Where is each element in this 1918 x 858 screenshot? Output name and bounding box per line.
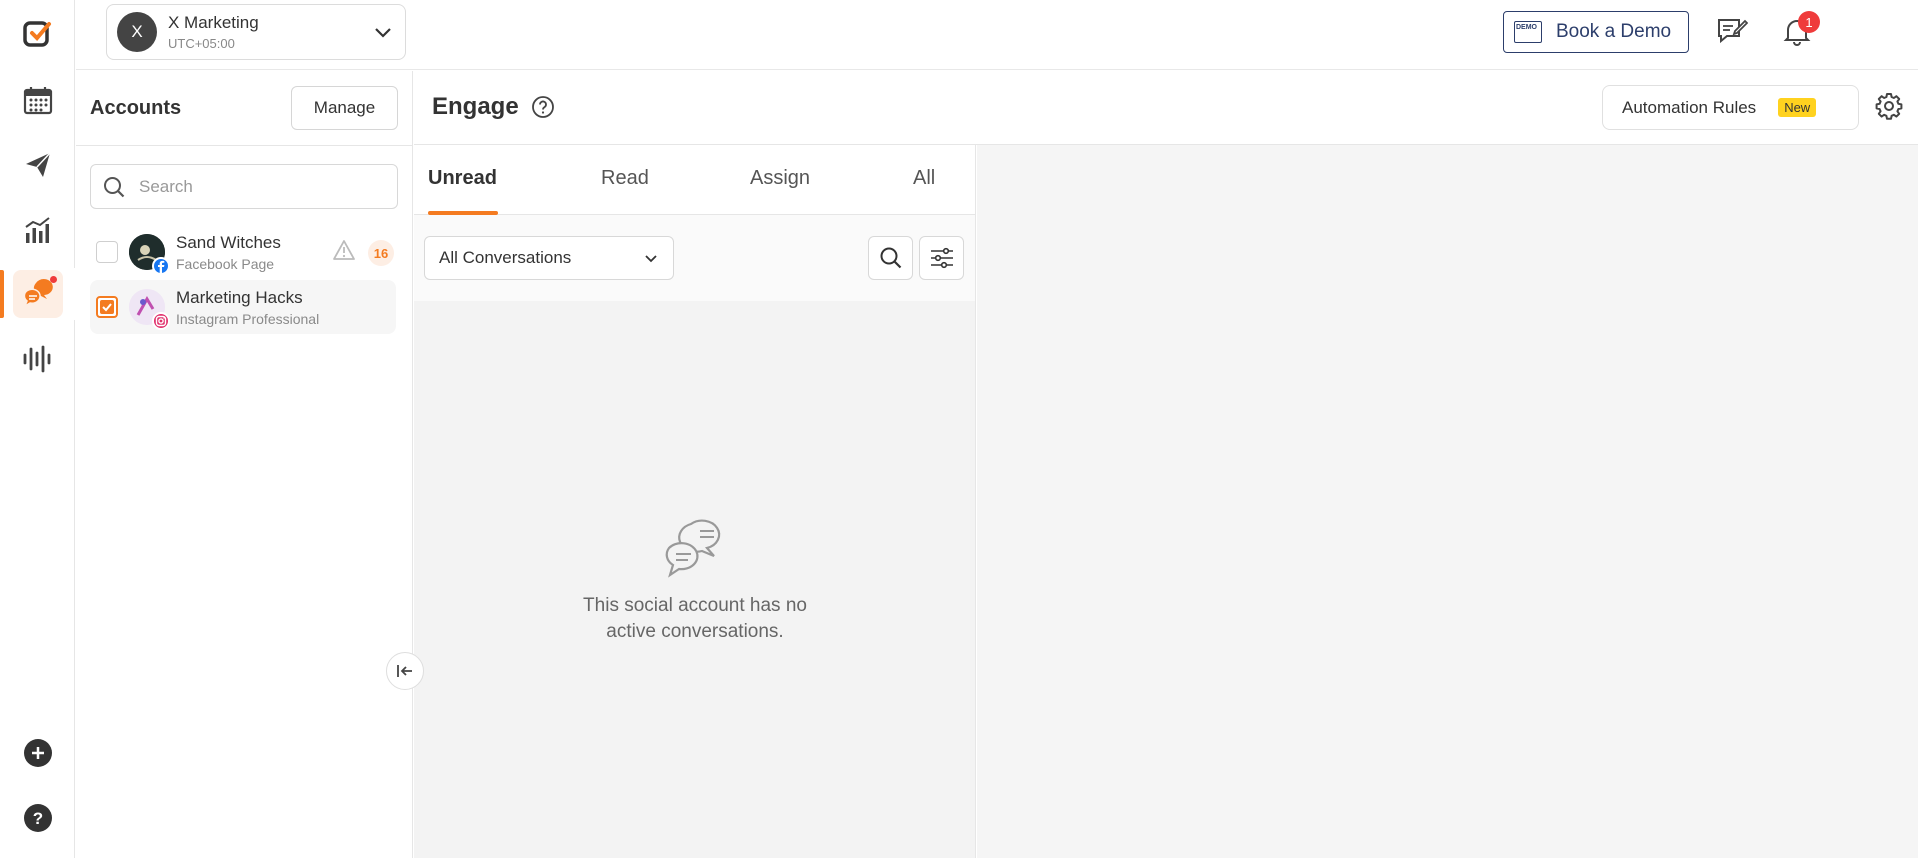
- nav-add[interactable]: [0, 727, 75, 779]
- new-badge: New: [1778, 98, 1817, 117]
- help-icon: ?: [23, 804, 52, 832]
- left-nav-rail: ?: [0, 0, 75, 858]
- instagram-icon: [152, 312, 170, 330]
- search-placeholder: Search: [139, 176, 193, 196]
- tab-read[interactable]: Read: [601, 167, 649, 190]
- nav-planner[interactable]: [0, 74, 75, 126]
- svg-text:?: ?: [32, 809, 42, 828]
- workspace-avatar: X: [117, 12, 157, 52]
- unread-count-badge: 16: [368, 240, 394, 266]
- workspace-name: X Marketing: [168, 13, 259, 32]
- search-icon: [880, 247, 901, 269]
- account-avatar: [129, 234, 170, 275]
- workspace-switcher[interactable]: X X Marketing UTC+05:00: [106, 4, 406, 60]
- notifications-button[interactable]: 1: [1780, 11, 1820, 48]
- tab-unread[interactable]: Unread: [428, 167, 497, 190]
- account-item-marketing-hacks[interactable]: Marketing Hacks Instagram Professional: [90, 280, 396, 334]
- filter-bar: All Conversations: [414, 215, 975, 301]
- unread-dot: [49, 276, 57, 283]
- sliders-icon: [930, 247, 953, 269]
- chevron-down-icon: [645, 255, 657, 263]
- compose-message-button[interactable]: [1715, 14, 1749, 48]
- checkmark-icon: [102, 303, 112, 312]
- accounts-panel: Accounts Manage Search Sand Witches Face…: [76, 71, 413, 858]
- book-demo-label: Book a Demo: [1556, 21, 1672, 42]
- conversation-tabs: Unread Read Assign All: [414, 145, 975, 215]
- conversation-bubbles-icon: [665, 519, 721, 578]
- empty-state-line-1: This social account has no: [583, 595, 807, 616]
- empty-state: This social account has no active conver…: [414, 516, 976, 645]
- search-icon: [104, 176, 125, 197]
- automation-rules-button[interactable]: Automation Rules New: [1602, 85, 1859, 130]
- search-conversations-button[interactable]: [868, 236, 913, 280]
- manage-button[interactable]: Manage: [291, 86, 398, 130]
- listening-waves-icon: [23, 345, 50, 373]
- account-name: Sand Witches: [176, 232, 281, 252]
- notification-count-badge: 1: [1798, 11, 1820, 33]
- filter-settings-button[interactable]: [919, 236, 964, 280]
- app-logo[interactable]: [0, 8, 75, 60]
- nav-help[interactable]: ?: [0, 792, 75, 844]
- account-item-sand-witches[interactable]: Sand Witches Facebook Page 16: [90, 225, 396, 279]
- account-avatar: [129, 289, 170, 330]
- nav-analytics[interactable]: [0, 204, 75, 256]
- tab-all[interactable]: All: [913, 167, 935, 190]
- nav-listening[interactable]: [0, 333, 75, 385]
- nav-publish[interactable]: [0, 139, 75, 191]
- demo-badge-text: DEMO: [1516, 24, 1537, 31]
- gear-icon: [1875, 93, 1903, 120]
- send-icon: [25, 152, 51, 177]
- tab-assign[interactable]: Assign: [750, 167, 810, 190]
- analytics-icon: [24, 217, 50, 243]
- account-checkbox-checked[interactable]: [96, 296, 118, 318]
- engage-chat-icon: [22, 279, 53, 308]
- conversation-list-panel: Unread Read Assign All All Conversations…: [414, 145, 976, 858]
- facebook-icon: [152, 257, 170, 275]
- account-type: Instagram Professional: [176, 310, 320, 327]
- book-demo-button[interactable]: DEMO Book a Demo: [1503, 11, 1689, 53]
- account-checkbox[interactable]: [96, 241, 118, 263]
- settings-button[interactable]: [1874, 91, 1904, 126]
- engage-header: Engage Automation Rules New: [414, 71, 1918, 145]
- page-title: Engage: [432, 93, 519, 120]
- account-type: Facebook Page: [176, 255, 275, 272]
- account-name: Marketing Hacks: [176, 287, 303, 307]
- top-bar: X X Marketing UTC+05:00 DEMO Book a Demo…: [76, 0, 1918, 70]
- empty-state-line-2: active conversations.: [606, 621, 784, 642]
- chevron-down-icon: [375, 28, 391, 38]
- calendar-icon: [23, 87, 52, 115]
- accounts-title: Accounts: [90, 96, 182, 119]
- nav-engage[interactable]: [0, 268, 75, 320]
- conversation-detail-area: [977, 145, 1918, 858]
- compose-icon: [1718, 19, 1748, 44]
- account-search-input[interactable]: Search: [90, 164, 398, 209]
- add-icon: [23, 739, 52, 767]
- logo-icon: [22, 21, 51, 47]
- conversation-filter-value: All Conversations: [439, 248, 572, 267]
- warning-icon[interactable]: [332, 239, 356, 266]
- automation-rules-label: Automation Rules: [1622, 97, 1757, 117]
- conversation-filter-dropdown[interactable]: All Conversations: [424, 236, 674, 280]
- workspace-timezone: UTC+05:00: [168, 36, 235, 51]
- demo-screen-icon: DEMO: [1514, 21, 1542, 43]
- collapse-panel-button[interactable]: [386, 652, 424, 690]
- help-circle-icon[interactable]: [531, 95, 555, 119]
- collapse-left-icon: [397, 665, 412, 677]
